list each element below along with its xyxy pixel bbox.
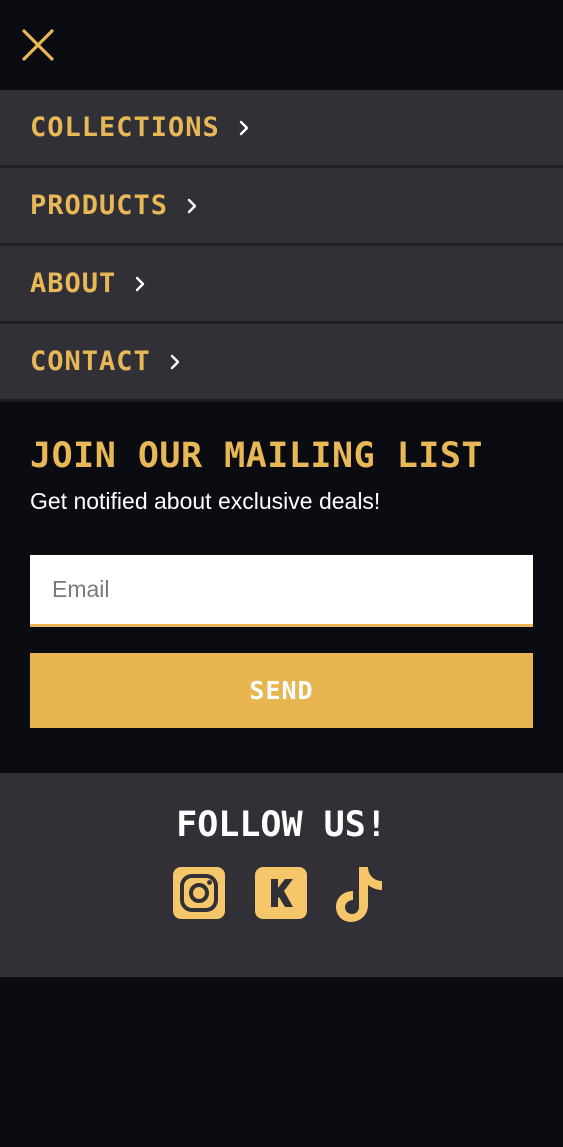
- menu-item-label: PRODUCTS: [30, 190, 169, 221]
- close-menu-button[interactable]: [20, 27, 56, 63]
- instagram-link[interactable]: [171, 865, 229, 925]
- tiktok-link[interactable]: [335, 865, 393, 925]
- menu-item-label: ABOUT: [30, 268, 117, 299]
- chevron-right-icon: [170, 354, 179, 369]
- main-menu: COLLECTIONS PRODUCTS ABOUT CONTACT: [0, 90, 563, 402]
- menu-item-collections[interactable]: COLLECTIONS: [0, 90, 563, 168]
- menu-item-products[interactable]: PRODUCTS: [0, 168, 563, 246]
- chevron-right-icon: [187, 198, 197, 213]
- top-bar: [0, 0, 563, 90]
- menu-item-label: CONTACT: [30, 346, 151, 377]
- chevron-right-icon: [136, 276, 145, 291]
- menu-item-contact[interactable]: CONTACT: [0, 324, 563, 402]
- kickstarter-link[interactable]: [253, 865, 311, 925]
- email-input[interactable]: [30, 555, 533, 627]
- tiktok-icon: [336, 867, 382, 922]
- menu-item-label: COLLECTIONS: [30, 112, 220, 143]
- menu-item-about[interactable]: ABOUT: [0, 246, 563, 324]
- close-icon: [22, 29, 54, 61]
- mailing-list-section: JOIN OUR MAILING LIST Get notified about…: [0, 402, 563, 773]
- follow-us-title: FOLLOW US!: [176, 805, 387, 845]
- kickstarter-icon: [255, 867, 307, 919]
- chevron-right-icon: [239, 120, 249, 135]
- instagram-icon: [173, 867, 225, 919]
- mailing-list-title: JOIN OUR MAILING LIST: [30, 436, 484, 476]
- send-button[interactable]: SEND: [30, 653, 533, 728]
- follow-us-section: FOLLOW US!: [0, 773, 563, 977]
- mailing-list-subtitle: Get notified about exclusive deals!: [30, 488, 381, 514]
